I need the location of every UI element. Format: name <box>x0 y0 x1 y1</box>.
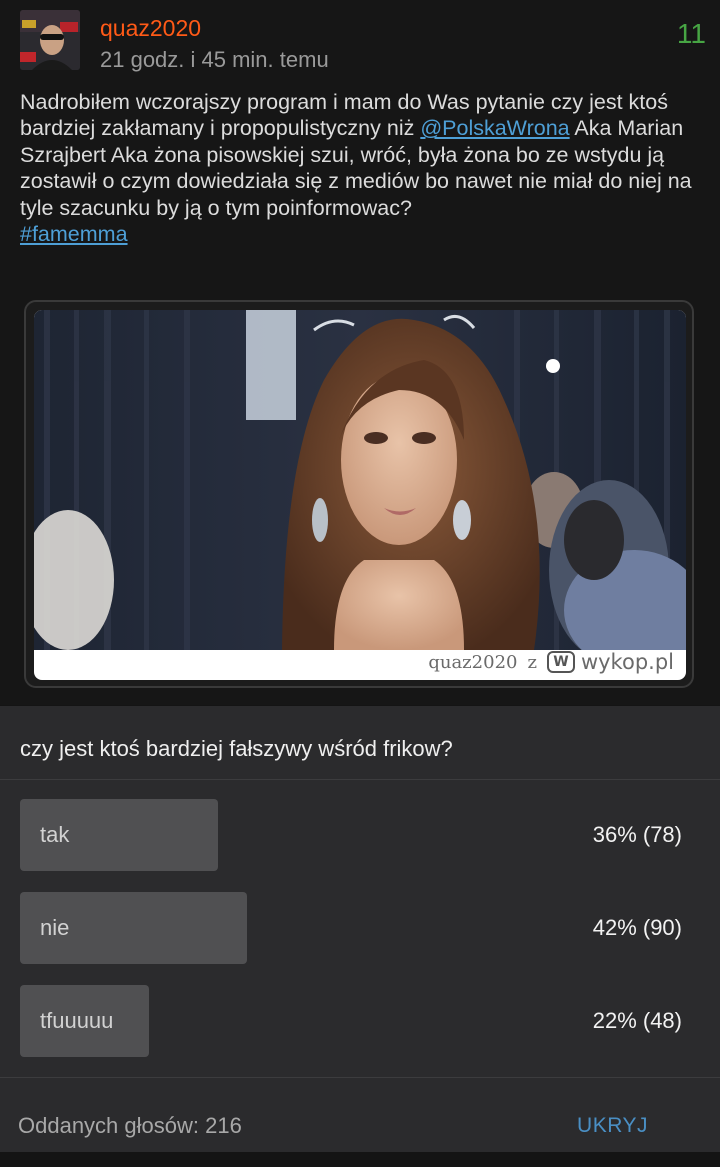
embedded-image-frame: quaz2020 z W wykop.pl <box>34 310 686 680</box>
embedded-image-card[interactable]: quaz2020 z W wykop.pl <box>24 300 694 688</box>
poll-question: czy jest ktoś bardziej fałszywy wśród fr… <box>20 736 453 761</box>
avatar-image <box>20 10 80 70</box>
poll-option-result: 22% (48) <box>592 1008 682 1033</box>
poll-votes-count: Oddanych głosów: 216 <box>18 1113 242 1138</box>
author-name[interactable]: quaz2020 <box>100 14 201 42</box>
bottom-strip <box>0 1152 720 1167</box>
vote-score[interactable]: 11 <box>677 18 706 50</box>
embedded-photo[interactable] <box>34 310 686 650</box>
poll-option-label: tak <box>40 822 70 847</box>
hide-poll-button[interactable]: UKRYJ <box>577 1112 648 1140</box>
poll-option-result: 36% (78) <box>592 822 682 847</box>
wykop-logo-icon: W <box>546 651 575 673</box>
mention-link[interactable]: @PolskaWrona <box>420 116 569 140</box>
poll-option[interactable]: tak 36% (78) <box>20 799 700 871</box>
poll-option-result: 42% (90) <box>592 915 682 940</box>
hashtag-link[interactable]: #famemma <box>20 222 128 246</box>
embed-caption-user: quaz2020 <box>428 651 518 673</box>
post-body: Nadrobiłem wczorajszy program i mam do W… <box>20 89 710 247</box>
embed-caption-site: wykop.pl <box>580 650 674 674</box>
embed-watermark: quaz2020 z W wykop.pl <box>428 648 674 676</box>
poll-panel: czy jest ktoś bardziej fałszywy wśród fr… <box>0 706 720 1152</box>
poll-option[interactable]: tfuuuuu 22% (48) <box>20 985 700 1057</box>
entry-post: quaz2020 21 godz. i 45 min. temu 11 Nadr… <box>0 0 720 705</box>
poll-option[interactable]: nie 42% (90) <box>20 892 700 964</box>
embed-caption-z: z <box>527 651 537 673</box>
poll-divider-top <box>0 779 720 780</box>
poll-divider-bottom <box>0 1077 720 1078</box>
avatar[interactable] <box>20 10 80 70</box>
poll-option-label: tfuuuuu <box>40 1008 114 1033</box>
post-timestamp: 21 godz. i 45 min. temu <box>100 47 329 72</box>
poll-option-label: nie <box>40 915 70 940</box>
